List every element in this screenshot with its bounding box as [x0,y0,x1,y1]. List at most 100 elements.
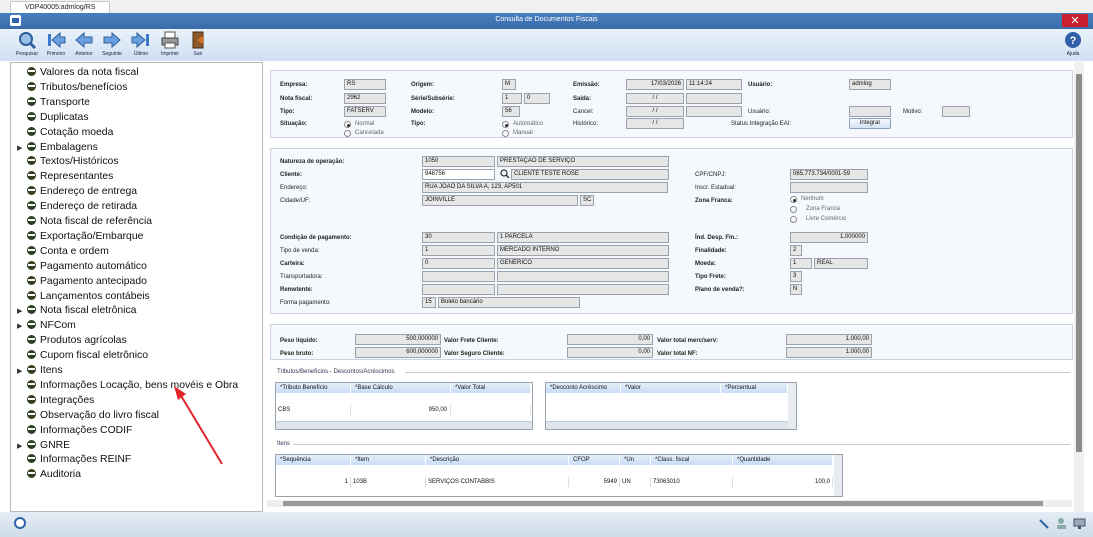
peso-liquido-field[interactable]: 500,000000 [355,334,441,345]
col-base-calculo[interactable]: *Base Cálculo [351,383,451,393]
last-button[interactable]: Último [127,31,155,57]
exit-button[interactable]: Sair [184,31,212,57]
uf-field[interactable]: SC [580,195,594,206]
remetente-code-field[interactable] [422,284,495,295]
col-class-fiscal[interactable]: *Class. fiscal [651,455,733,465]
cfop-cell[interactable]: 5949 [569,477,620,487]
endereco-field[interactable]: RUA JOAO DA SILVA A, 123, AP501 [422,182,668,193]
sidebar-item[interactable]: Nota fiscal de referência [17,215,262,229]
carteira-code-field[interactable]: 0 [422,258,495,269]
tributos-hscroll[interactable] [276,421,532,429]
col-valor-total[interactable]: *Valor Total [451,383,531,393]
tributo-cell[interactable]: CBS [276,405,351,415]
itens-grid[interactable]: *Sequência *Item *Descrição CFOP *Un *Cl… [275,454,843,497]
base-calculo-cell[interactable]: 950,00 [351,405,451,415]
cond-pagamento-code-field[interactable]: 30 [422,232,495,243]
remetente-desc-field[interactable] [497,284,669,295]
sidebar-item[interactable]: Transporte [17,96,262,110]
first-button[interactable]: Primeiro [42,31,70,57]
moeda-desc-field[interactable]: REAL [814,258,868,269]
serie-field[interactable]: 1 [502,93,522,104]
descontos-grid[interactable]: *Desconto Acréscimo *Valor *Percentual [545,382,797,430]
valor-total-cell[interactable] [451,405,531,415]
col-tributo[interactable]: *Tributo Benefício [276,383,351,393]
seguro-field[interactable]: 0,00 [567,347,653,358]
search-icon[interactable] [500,169,510,179]
plano-venda-field[interactable]: N [790,284,802,295]
class-fiscal-cell[interactable]: 73063010 [651,477,733,487]
situacao-normal-radio[interactable] [344,121,351,128]
user-icon[interactable] [1055,517,1068,530]
close-button[interactable]: ✕ [1062,14,1088,27]
emissao-date-field[interactable]: 17/03/2026 [626,79,684,90]
cliente-name-field[interactable]: CLIENTE TESTE ROSE [511,169,669,180]
help-button[interactable]: ? Ajuda [1062,31,1084,57]
sidebar-item[interactable]: ▶ Embalagens [17,141,262,155]
col-un[interactable]: *Un [620,455,651,465]
col-desconto[interactable]: *Desconto Acréscimo [546,383,621,393]
frete-field[interactable]: 0,00 [567,334,653,345]
resize-icon[interactable] [1038,518,1050,530]
tipo-venda-code-field[interactable]: 1 [422,245,495,256]
cancel-date-field[interactable]: / / [626,106,684,117]
sidebar-item[interactable]: Endereço de entrega [17,185,262,199]
integrar-button[interactable]: Integrar [849,118,891,129]
print-button[interactable]: Imprimir [156,31,184,57]
item-cell[interactable]: 103B [351,477,426,487]
sidebar-item[interactable]: ▶ NFCom [17,319,262,333]
sidebar-item[interactable]: Exportação/Embarque [17,230,262,244]
itens-vscroll[interactable] [834,455,842,496]
main-horizontal-scrollbar[interactable] [267,500,1072,507]
expand-arrow-icon[interactable]: ▶ [17,142,27,156]
sidebar-item[interactable]: Lançamentos contábeis [17,290,262,304]
col-percentual[interactable]: *Percentual [721,383,788,393]
forma-pagamento-code-field[interactable]: 15 [422,297,436,308]
descontos-vscroll[interactable] [788,383,796,429]
cancel-time-field[interactable] [686,106,742,117]
saida-time-field[interactable] [686,93,742,104]
descricao-cell[interactable]: SERVIÇOS CONTABBIS [426,477,569,487]
cidade-field[interactable]: JOINVILLE [422,195,578,206]
empresa-field[interactable]: RS [344,79,386,90]
zona-franca-radio[interactable] [790,206,797,213]
col-sequencia[interactable]: *Sequência [276,455,351,465]
col-descricao[interactable]: *Descrição [426,455,569,465]
next-button[interactable]: Seguinte [98,31,126,57]
tipo-field[interactable]: FATSERV [344,106,386,117]
sidebar-item[interactable]: Textos/Históricos [17,155,262,169]
tipo-frete-field[interactable]: 3 [790,271,802,282]
col-cfop[interactable]: CFOP [569,455,620,465]
tributos-grid[interactable]: *Tributo Benefício *Base Cálculo *Valor … [275,382,533,430]
cpf-field[interactable]: 065.773.734/0001-59 [790,169,868,180]
sidebar-item[interactable]: ▶ Itens [17,364,262,378]
total-nf-field[interactable]: 1.000,00 [786,347,872,358]
sidebar-item[interactable]: Produtos agrícolas [17,334,262,348]
expand-arrow-icon[interactable]: ▶ [17,365,27,379]
sequencia-cell[interactable]: 1 [276,477,351,487]
inscr-estadual-field[interactable] [790,182,868,193]
origem-field[interactable]: M [502,79,516,90]
zona-nenhum-radio[interactable] [790,196,797,203]
situacao-cancelada-radio[interactable] [344,130,351,137]
saida-date-field[interactable]: / / [626,93,684,104]
tab-document[interactable]: VDP40005:admlog/RS [10,1,111,13]
main-vertical-scrollbar[interactable] [1074,62,1084,512]
cancel-usuario-field[interactable] [849,106,891,117]
historico-field[interactable]: / / [626,118,684,129]
cond-pagamento-desc-field[interactable]: 1 PARCELA [497,232,669,243]
nota-field[interactable]: 2962 [344,93,386,104]
un-cell[interactable]: UN [620,477,651,487]
sidebar-item[interactable]: Cotação moeda [17,126,262,140]
sidebar-item[interactable]: Cupom fiscal eletrônico [17,349,262,363]
finalidade-field[interactable]: 2 [790,245,802,256]
peso-bruto-field[interactable]: 600,000000 [355,347,441,358]
natureza-code-field[interactable]: 1050 [422,156,495,167]
search-button[interactable]: Pesquisar [13,31,41,57]
zona-livre-radio[interactable] [790,216,797,223]
sidebar-item[interactable]: Conta e ordem [17,245,262,259]
ind-desp-field[interactable]: 1,000000 [790,232,868,243]
sidebar-item[interactable]: Endereço de retirada [17,200,262,214]
usuario-field[interactable]: admlog [849,79,891,90]
tipo-automatico-radio[interactable] [502,121,509,128]
previous-button[interactable]: Anterior [70,31,98,57]
